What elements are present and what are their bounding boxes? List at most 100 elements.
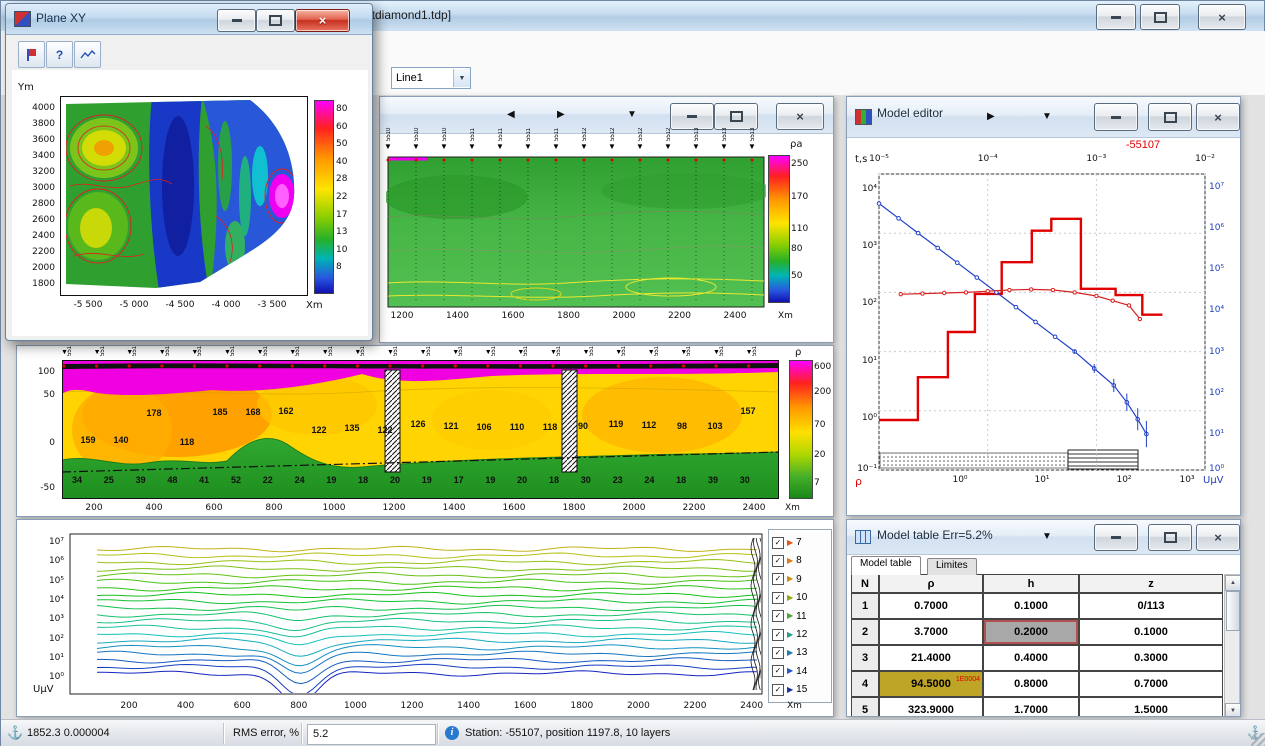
model-editor-plot[interactable] <box>847 152 1241 516</box>
resistivity-value: 52 <box>227 475 245 485</box>
section-dropdown-icon[interactable]: ▼ <box>627 109 637 120</box>
cell-h[interactable]: 0.8000 <box>983 671 1079 697</box>
rms-value: 5.2 <box>313 728 328 740</box>
cell-h[interactable]: 0.1000 <box>983 593 1079 619</box>
model-table-close-button[interactable]: × <box>1196 524 1240 551</box>
model-table-maximize-button[interactable] <box>1148 524 1192 551</box>
model-editor-titlebar[interactable]: Model editor ▶ ▼ × <box>847 97 1240 138</box>
main-minimize-button[interactable] <box>1096 4 1136 30</box>
status-anchor-icon: ⚓ <box>7 725 23 741</box>
scale-tick-label: 10 <box>336 245 360 255</box>
legend-checkbox[interactable]: ✓ <box>772 537 784 549</box>
legend-item[interactable]: ✓▶7 <box>772 534 802 551</box>
model-editor-close-button[interactable]: × <box>1196 103 1240 131</box>
model-table-titlebar[interactable]: Model table Err=5.2% ▼ × <box>847 520 1240 555</box>
legend-item[interactable]: ✓▶15 <box>772 681 807 698</box>
resistivity-value: 122 <box>308 425 330 435</box>
legend-checkbox[interactable]: ✓ <box>772 684 784 696</box>
station-marker: ▼ <box>496 143 504 151</box>
axis-tick-label: 2400 <box>734 503 774 513</box>
legend-item[interactable]: ✓▶10 <box>772 589 807 606</box>
cell-z[interactable]: 0/113 <box>1079 593 1223 619</box>
tab-model-table[interactable]: Model table <box>851 556 921 575</box>
axis-tick-label: 600 <box>222 701 262 711</box>
axis-tick-label: 2000 <box>18 263 55 273</box>
model-table-minimize-button[interactable] <box>1094 524 1138 551</box>
station-label: 5511 <box>426 346 432 356</box>
prev-station-button[interactable]: ◀ <box>507 109 515 120</box>
plane-tool-button-2[interactable]: ? <box>46 41 73 68</box>
status-divider <box>437 723 438 744</box>
model-table-dropdown-icon[interactable]: ▼ <box>1042 531 1052 542</box>
scale-tick-label: 170 <box>791 192 817 202</box>
main-close-button[interactable]: × <box>1198 4 1246 30</box>
cell-rho[interactable]: 94.50001E0004 <box>879 671 983 697</box>
plane-xy-window-icon <box>14 11 31 27</box>
scale-tick-label: 7 <box>814 478 834 488</box>
cell-rho[interactable]: 0.7000 <box>879 593 983 619</box>
legend-item[interactable]: ✓▶11 <box>772 608 807 625</box>
scroll-down-button[interactable]: ▼ <box>1225 703 1241 717</box>
station-marker: ▼ <box>384 143 392 151</box>
status-coordinates: 1852.3 0.000004 <box>27 727 110 739</box>
legend-checkbox[interactable]: ✓ <box>772 665 784 677</box>
legend-checkbox[interactable]: ✓ <box>772 573 784 585</box>
pseudosection-minimize-button[interactable] <box>670 103 714 130</box>
model-editor-dropdown-icon[interactable]: ▼ <box>1042 111 1052 122</box>
pseudosection-plot[interactable] <box>386 155 766 309</box>
play-button[interactable]: ▶ <box>987 111 995 122</box>
legend-item[interactable]: ✓▶9 <box>772 571 802 588</box>
pseudosection-close-button[interactable]: × <box>776 103 824 130</box>
legend-item[interactable]: ✓▶8 <box>772 552 802 569</box>
axis-tick-label: 1600 <box>494 503 534 513</box>
resize-grip[interactable] <box>1251 733 1265 746</box>
legend-item[interactable]: ✓▶13 <box>772 644 807 661</box>
combo-dropdown-icon[interactable]: ▼ <box>453 69 470 87</box>
plane-xy-titlebar[interactable]: Plane XY × <box>6 4 372 35</box>
cell-h[interactable]: 0.2000 <box>983 619 1079 645</box>
cell-rho[interactable]: 323.9000 <box>879 697 983 717</box>
model-table-scrollbar[interactable]: ▲ ▼ <box>1224 574 1240 717</box>
legend-item[interactable]: ✓▶12 <box>772 626 807 643</box>
legend-checkbox[interactable]: ✓ <box>772 555 784 567</box>
tab-limites[interactable]: Limites <box>927 558 977 575</box>
legend-label: 10 <box>796 592 807 603</box>
station-label: 5510 <box>230 346 236 356</box>
model-editor-maximize-button[interactable] <box>1148 103 1192 131</box>
legend-checkbox[interactable]: ✓ <box>772 610 784 622</box>
line-select-combobox[interactable]: Line1 ▼ <box>391 67 471 89</box>
plane-xy-minimize-button[interactable] <box>217 9 256 32</box>
cell-rho[interactable]: 3.7000 <box>879 619 983 645</box>
resistivity-value: 162 <box>275 406 297 416</box>
model-editor-minimize-button[interactable] <box>1094 103 1138 131</box>
main-maximize-button[interactable] <box>1140 4 1180 30</box>
station-marker: ▼ <box>524 143 532 151</box>
scroll-thumb[interactable] <box>1226 591 1240 631</box>
decay-plot[interactable] <box>17 520 834 717</box>
legend-item[interactable]: ✓▶14 <box>772 663 807 680</box>
resistivity-value: 168 <box>242 407 264 417</box>
station-label: 5510 <box>442 111 448 141</box>
plane-tool-button-3[interactable] <box>74 41 101 68</box>
plane-tool-button-1[interactable] <box>18 41 45 68</box>
axis-tick-label: 200 <box>74 503 114 513</box>
cell-h[interactable]: 1.7000 <box>983 697 1079 717</box>
axis-tick-label: 10⁰ <box>37 672 64 682</box>
cell-h[interactable]: 0.4000 <box>983 645 1079 671</box>
plane-xy-map[interactable] <box>60 96 308 296</box>
resistivity-value: 23 <box>609 475 627 485</box>
cell-z[interactable]: 0.3000 <box>1079 645 1223 671</box>
axis-tick-label: 10¹ <box>37 653 64 663</box>
status-bar: ⚓ 1852.3 0.000004 RMS error, % 5.2 i Sta… <box>1 719 1265 746</box>
legend-checkbox[interactable]: ✓ <box>772 629 784 641</box>
plane-xy-maximize-button[interactable] <box>256 9 295 32</box>
axis-tick-label: 10⁻⁴ <box>970 154 1006 164</box>
scroll-up-button[interactable]: ▲ <box>1225 575 1241 591</box>
station-label: 5511 <box>295 346 301 356</box>
cell-z[interactable]: 0.1000 <box>1079 619 1223 645</box>
cell-z[interactable]: 1.5000 <box>1079 697 1223 717</box>
legend-checkbox[interactable]: ✓ <box>772 647 784 659</box>
cell-z[interactable]: 0.7000 <box>1079 671 1223 697</box>
legend-checkbox[interactable]: ✓ <box>772 592 784 604</box>
plane-xy-close-button[interactable]: × <box>295 9 350 32</box>
